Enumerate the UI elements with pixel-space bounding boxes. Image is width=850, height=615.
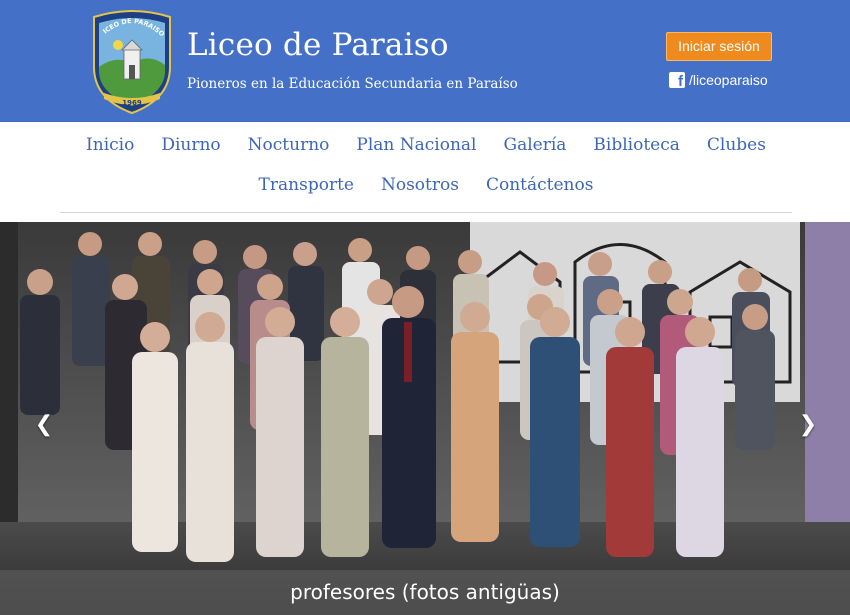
nav-item-nosotros[interactable]: Nosotros — [381, 174, 459, 196]
login-button[interactable]: Iniciar sesión — [666, 32, 772, 61]
nav-item-clubes[interactable]: Clubes — [707, 134, 766, 156]
main-navigation: Inicio Diurno Nocturno Plan Nacional Gal… — [60, 122, 792, 213]
facebook-link[interactable]: f /liceoparaiso — [669, 70, 768, 90]
nav-item-inicio[interactable]: Inicio — [86, 134, 134, 156]
crest-year: 1969 — [122, 99, 142, 107]
carousel-next-arrow-icon[interactable]: ❯ — [796, 412, 820, 437]
carousel-photo-teachers-group — [0, 222, 850, 615]
site-header: 1969 LICEO DE PARAISO Liceo de Paraiso P… — [0, 0, 850, 122]
site-title: Liceo de Paraiso — [187, 27, 449, 63]
nav-item-contactenos[interactable]: Contáctenos — [486, 174, 593, 196]
photo-carousel[interactable]: ❮ ❯ profesores (fotos antigüas) — [0, 222, 850, 615]
nav-item-transporte[interactable]: Transporte — [259, 174, 354, 196]
nav-item-biblioteca[interactable]: Biblioteca — [593, 134, 679, 156]
site-tagline: Pioneros en la Educación Secundaria en P… — [187, 76, 518, 92]
nav-item-nocturno[interactable]: Nocturno — [248, 134, 330, 156]
facebook-icon: f — [669, 72, 685, 90]
carousel-caption: profesores (fotos antigüas) — [290, 580, 560, 604]
facebook-link-label: /liceoparaiso — [689, 72, 768, 88]
nav-row-secondary: Transporte Nosotros Contáctenos — [60, 174, 792, 196]
nav-item-galeria[interactable]: Galería — [503, 134, 566, 156]
nav-row-primary: Inicio Diurno Nocturno Plan Nacional Gal… — [60, 134, 792, 156]
school-crest-logo[interactable]: 1969 LICEO DE PARAISO — [90, 7, 174, 115]
nav-item-diurno[interactable]: Diurno — [161, 134, 220, 156]
nav-item-plan-nacional[interactable]: Plan Nacional — [356, 134, 476, 156]
carousel-prev-arrow-icon[interactable]: ❮ — [32, 412, 56, 437]
